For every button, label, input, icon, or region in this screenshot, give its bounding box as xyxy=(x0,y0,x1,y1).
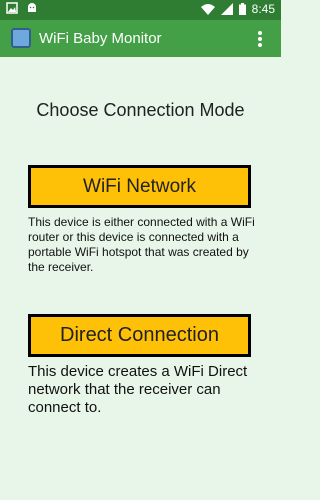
notification-image-icon xyxy=(6,2,18,14)
wifi-network-button[interactable]: WiFi Network xyxy=(28,165,251,208)
android-debug-icon xyxy=(28,3,36,12)
status-time: 8:45 xyxy=(251,2,275,16)
app-bar: WiFi Baby Monitor xyxy=(0,20,281,57)
baby-monitor-app-icon xyxy=(11,28,31,48)
wifi-icon xyxy=(200,4,215,15)
more-vert-icon[interactable] xyxy=(257,29,263,49)
battery-icon xyxy=(238,3,246,15)
direct-connection-button[interactable]: Direct Connection xyxy=(28,314,251,357)
app-title: WiFi Baby Monitor xyxy=(39,30,162,47)
cellular-signal-icon xyxy=(220,3,233,15)
status-bar: 8:45 xyxy=(0,0,281,20)
direct-connection-description: This device creates a WiFi Direct networ… xyxy=(28,363,248,416)
wifi-network-description: This device is either connected with a W… xyxy=(28,215,255,274)
page-heading: Choose Connection Mode xyxy=(36,100,245,120)
